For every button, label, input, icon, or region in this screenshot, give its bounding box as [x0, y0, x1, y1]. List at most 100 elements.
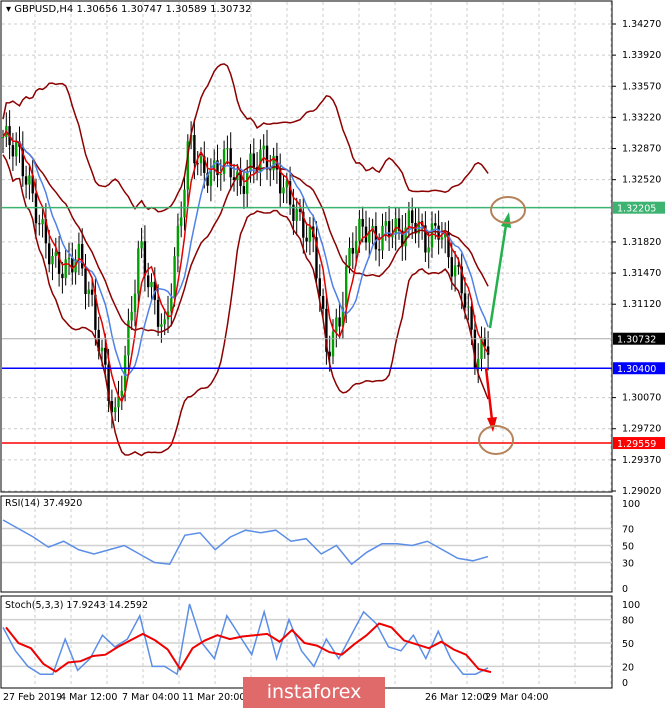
- candle-body: [199, 156, 203, 164]
- bollinger-lower: [2, 154, 489, 457]
- price-tick: 1.31470: [622, 268, 661, 279]
- dropdown-triangle-icon[interactable]: ▾: [6, 4, 11, 15]
- candle-body: [321, 295, 325, 309]
- candle-body: [120, 390, 123, 397]
- candle-body: [150, 281, 153, 288]
- candle-body: [450, 257, 453, 277]
- time-tick: 29 Mar 04:00: [485, 692, 548, 703]
- candle-body: [477, 358, 480, 368]
- candle-body: [104, 347, 107, 365]
- candle-body: [130, 311, 133, 321]
- candle-body: [51, 255, 54, 265]
- candle-body: [156, 299, 160, 327]
- candle-body: [147, 275, 150, 288]
- candle-body: [1, 136, 5, 138]
- stoch-tick: 20: [622, 662, 634, 673]
- candle-body: [41, 219, 44, 225]
- price-tick: 1.31820: [622, 237, 661, 248]
- candle-body: [467, 306, 470, 308]
- candle-body: [295, 209, 298, 221]
- candle-body: [77, 243, 81, 260]
- ohlc-values: 1.30656 1.30747 1.30589 1.30732: [76, 4, 252, 15]
- time-tick: 27 Feb 2019: [3, 692, 62, 703]
- price-tick: 1.33570: [622, 81, 661, 92]
- price-tick: 1.29020: [622, 486, 661, 497]
- candle-body: [252, 153, 255, 168]
- candle-body: [176, 225, 180, 257]
- candle-body: [246, 171, 249, 194]
- candle-body: [387, 221, 391, 238]
- candle-body: [384, 221, 387, 226]
- candle-body: [38, 223, 41, 225]
- price-tick: 1.33220: [622, 112, 661, 123]
- candle-body: [378, 249, 381, 251]
- candle-body: [193, 135, 196, 164]
- price-tick: 1.34270: [622, 19, 661, 30]
- candle-body: [61, 273, 64, 279]
- stoch-tick: 80: [622, 616, 634, 627]
- price-tick: 1.29370: [622, 455, 661, 466]
- price-tick: 1.33920: [622, 50, 661, 61]
- candle-body: [269, 169, 272, 171]
- time-tick: 11 Mar 20:00: [182, 692, 245, 703]
- candle-body: [114, 407, 117, 413]
- candle-body: [463, 293, 467, 308]
- candle-body: [180, 217, 183, 226]
- candle-body: [440, 237, 444, 240]
- bollinger-middle: [2, 130, 489, 333]
- rsi-tick: 50: [622, 542, 634, 553]
- candle-body: [265, 145, 269, 170]
- candle-body: [374, 226, 378, 250]
- time-tick: 7 Mar 04:00: [122, 692, 179, 703]
- rsi-tick: 0: [622, 584, 628, 595]
- candle-body: [219, 173, 222, 176]
- time-tick: 4 Mar 12:00: [60, 692, 117, 703]
- candle-body: [411, 210, 414, 223]
- candle-body: [24, 176, 28, 185]
- symbol-label: GBPUSD,H4: [14, 4, 74, 15]
- candle-body: [28, 175, 31, 185]
- candle-body: [137, 248, 140, 294]
- time-tick: 26 Mar 12:00: [425, 692, 488, 703]
- candle-body: [87, 289, 90, 295]
- candle-body: [361, 218, 364, 227]
- price-tick: 1.29720: [622, 424, 661, 435]
- candle-body: [331, 331, 335, 357]
- candle-body: [183, 189, 186, 218]
- candle-body: [282, 187, 285, 194]
- instaforex-logo: instaforex: [243, 677, 385, 708]
- candle-body: [54, 251, 57, 256]
- candle-body: [335, 317, 338, 332]
- candle-body: [64, 259, 67, 279]
- candle-body: [262, 145, 265, 150]
- price-tick: 1.30070: [622, 393, 661, 404]
- stoch-tick: 50: [622, 639, 634, 650]
- candle-body: [226, 148, 229, 150]
- up-arrow: [488, 224, 508, 329]
- candle-body: [358, 218, 361, 241]
- candle-body: [242, 185, 246, 194]
- rsi-tick: 70: [622, 525, 634, 536]
- candle-body: [133, 293, 137, 312]
- chart-title: ▾ GBPUSD,H4 1.30656 1.30747 1.30589 1.30…: [6, 4, 251, 15]
- candle-body: [143, 241, 147, 276]
- candle-body: [48, 243, 51, 265]
- candle-body: [348, 247, 351, 267]
- candle-body: [71, 257, 74, 273]
- candle-body: [427, 247, 430, 253]
- candle-body: [173, 256, 176, 299]
- candle-body: [90, 289, 94, 295]
- candle-body: [222, 149, 226, 174]
- stoch-title: Stoch(5,3,3) 17.9243 14.2592: [5, 600, 149, 611]
- candle-body: [11, 145, 15, 157]
- candle-body: [453, 265, 457, 277]
- price-tick: 1.32870: [622, 144, 661, 155]
- candle-body: [229, 148, 232, 178]
- candle-body: [338, 317, 341, 327]
- down-arrow-head: [487, 417, 497, 432]
- candle-body: [308, 226, 312, 242]
- candle-body: [15, 141, 18, 157]
- candle-body: [345, 266, 348, 308]
- candle-body: [81, 243, 84, 269]
- candle-body: [160, 324, 163, 327]
